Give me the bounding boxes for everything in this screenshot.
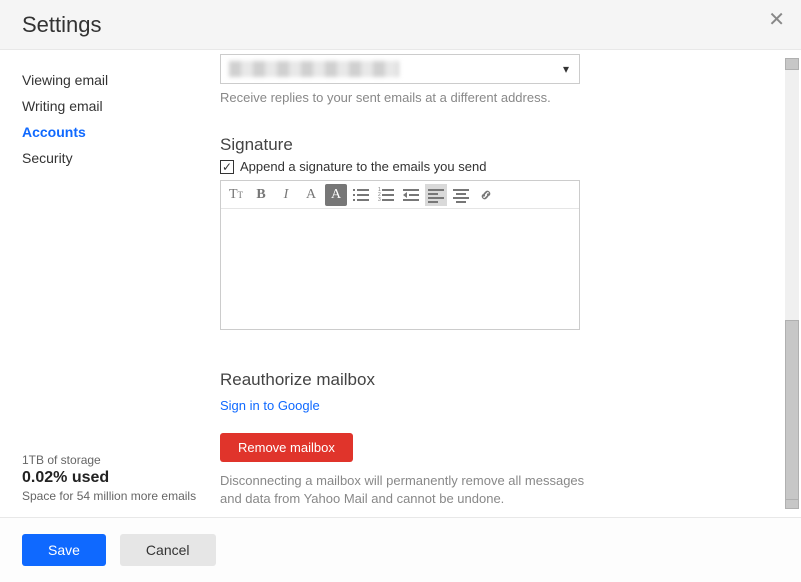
align-center-icon[interactable]: [450, 184, 472, 206]
dialog-title: Settings: [22, 12, 102, 38]
remove-mailbox-button[interactable]: Remove mailbox: [220, 433, 353, 462]
sidebar: Viewing email Writing email Accounts Sec…: [0, 50, 200, 517]
reply-to-hint: Receive replies to your sent emails at a…: [220, 90, 761, 105]
chevron-down-icon: ▾: [563, 62, 569, 76]
bold-icon[interactable]: B: [250, 184, 272, 206]
sign-in-google-link[interactable]: Sign in to Google: [220, 398, 320, 413]
align-left-icon[interactable]: [425, 184, 447, 206]
save-button[interactable]: Save: [22, 534, 106, 566]
storage-remaining: Space for 54 million more emails: [22, 489, 200, 503]
highlight-color-icon[interactable]: A: [325, 184, 347, 206]
remove-mailbox-desc: Disconnecting a mailbox will permanently…: [220, 472, 600, 508]
dialog-footer: Save Cancel: [0, 517, 801, 582]
sidebar-item-security[interactable]: Security: [22, 150, 200, 166]
dialog-body: Viewing email Writing email Accounts Sec…: [0, 50, 801, 517]
font-size-icon[interactable]: TT: [225, 184, 247, 206]
storage-info: 1TB of storage 0.02% used Space for 54 m…: [22, 453, 200, 503]
bulleted-list-icon[interactable]: [350, 184, 372, 206]
outdent-icon[interactable]: [400, 184, 422, 206]
signature-editor: TT B I A A 123: [220, 180, 580, 330]
signature-checkbox-row[interactable]: ✓ Append a signature to the emails you s…: [220, 159, 761, 174]
sidebar-item-accounts[interactable]: Accounts: [22, 124, 200, 140]
redacted-email: [229, 61, 399, 77]
settings-dialog: Settings ✕ Viewing email Writing email A…: [0, 0, 801, 582]
editor-toolbar: TT B I A A 123: [221, 181, 579, 209]
signature-checkbox-label: Append a signature to the emails you sen…: [240, 159, 486, 174]
checkbox-checked-icon[interactable]: ✓: [220, 160, 234, 174]
sidebar-item-writing-email[interactable]: Writing email: [22, 98, 200, 114]
reply-to-dropdown[interactable]: ▾: [220, 54, 580, 84]
sidebar-item-viewing-email[interactable]: Viewing email: [22, 72, 200, 88]
reauth-title: Reauthorize mailbox: [220, 370, 761, 390]
italic-icon[interactable]: I: [275, 184, 297, 206]
content-wrap: ▾ Receive replies to your sent emails at…: [200, 50, 801, 517]
storage-total: 1TB of storage: [22, 453, 200, 467]
content: ▾ Receive replies to your sent emails at…: [200, 50, 801, 517]
signature-title: Signature: [220, 135, 761, 155]
cancel-button[interactable]: Cancel: [120, 534, 216, 566]
text-color-icon[interactable]: A: [300, 184, 322, 206]
scrollbar-up-arrow[interactable]: [785, 58, 799, 70]
storage-used-pct: 0.02% used: [22, 469, 200, 487]
link-icon[interactable]: [475, 184, 497, 206]
numbered-list-icon[interactable]: 123: [375, 184, 397, 206]
scrollbar-thumb[interactable]: [785, 320, 799, 500]
close-icon[interactable]: ✕: [768, 10, 785, 30]
signature-textarea[interactable]: [221, 209, 579, 329]
dialog-header: Settings ✕: [0, 0, 801, 50]
svg-text:3: 3: [378, 197, 381, 203]
